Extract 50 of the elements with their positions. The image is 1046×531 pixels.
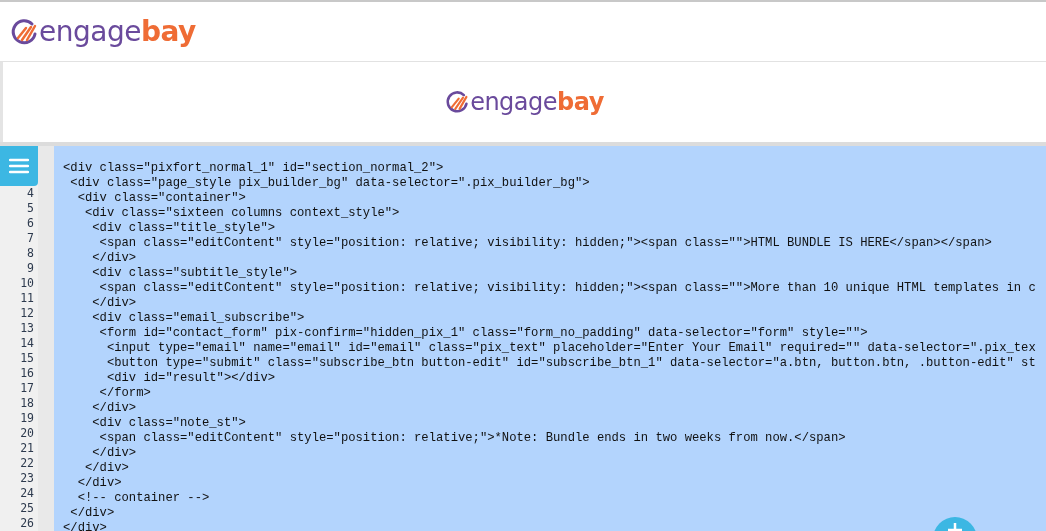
line-number: 14 <box>19 336 35 351</box>
line-number: 18 <box>19 396 35 411</box>
line-number: 17 <box>19 381 35 396</box>
code-line: </div> <box>76 476 122 491</box>
code-line: </div> <box>91 401 137 416</box>
logo-text: engagebay <box>470 90 604 114</box>
code-line: <div class="page_style pix_builder_bg" data-selector=".pix_builder_bg"> <box>69 176 590 191</box>
line-number: 11 <box>19 291 35 306</box>
line-number: 23 <box>19 471 35 486</box>
line-number: 24 <box>19 486 35 501</box>
code-line: <div id="result"></div> <box>105 371 276 386</box>
code-line: <div class="container"> <box>76 191 246 206</box>
line-number: 13 <box>19 321 35 336</box>
code-line: <input type="email" name="email" id="email" class="pix_text" placeholder="Enter Your Email" required="" data-selector=".pix_tex <box>105 341 1036 356</box>
line-number: 25 <box>19 501 35 516</box>
line-number: 9 <box>26 261 35 276</box>
line-number: 26 <box>19 516 35 531</box>
code-line: </div> <box>91 251 137 266</box>
line-number: 21 <box>19 441 35 456</box>
code-line: <div class="sixteen columns context_style"> <box>83 206 400 221</box>
code-line: </form> <box>98 386 151 401</box>
code-line: <div class="email_subscribe"> <box>91 311 305 326</box>
code-line: </div> <box>69 506 115 521</box>
line-number: 4 <box>26 186 35 201</box>
line-number: 7 <box>26 231 35 246</box>
code-line: <button type="submit" class="subscribe_btn button-edit" id="subscribe_btn_1" data-selector="a.btn, button.btn, .button-edit" st <box>105 356 1036 371</box>
code-line: <form id="contact_form" pix-confirm="hidden_pix_1" class="form_no_padding" data-selector="form" style=""> <box>98 326 868 341</box>
code-line: </div> <box>91 296 137 311</box>
code-line: </div> <box>83 461 129 476</box>
line-number: 12 <box>19 306 35 321</box>
line-number: 19 <box>19 411 35 426</box>
line-number: 10 <box>19 276 35 291</box>
line-number: 8 <box>26 246 35 261</box>
code-line: <div class="pixfort_normal_1" id="section_normal_2"> <box>63 161 444 176</box>
code-line: </div> <box>91 446 137 461</box>
line-number: 22 <box>19 456 35 471</box>
code-line: <span class="editContent" style="position: relative; visibility: hidden;"><span class="">HTML BUNDLE IS HERE</span></span> <box>98 236 992 251</box>
code-line: <!-- container --> <box>76 491 210 506</box>
line-number: 5 <box>26 201 35 216</box>
code-line: </div> <box>63 521 107 531</box>
code-line: <div class="title_style"> <box>91 221 276 236</box>
line-number: 6 <box>26 216 35 231</box>
code-line: <span class="editContent" style="position: relative;">*Note: Bundle ends in two weeks from now.</span> <box>98 431 846 446</box>
code-line: <div class="subtitle_style"> <box>91 266 298 281</box>
line-number: 16 <box>19 366 35 381</box>
code-line: <div class="note_st"> <box>91 416 246 431</box>
line-number: 20 <box>19 426 35 441</box>
line-number: 15 <box>19 351 35 366</box>
logo-text: engagebay <box>39 17 196 46</box>
code-line: <span class="editContent" style="position: relative; visibility: hidden;"><span class="">More than 10 unique HTML templates in c <box>98 281 1036 296</box>
